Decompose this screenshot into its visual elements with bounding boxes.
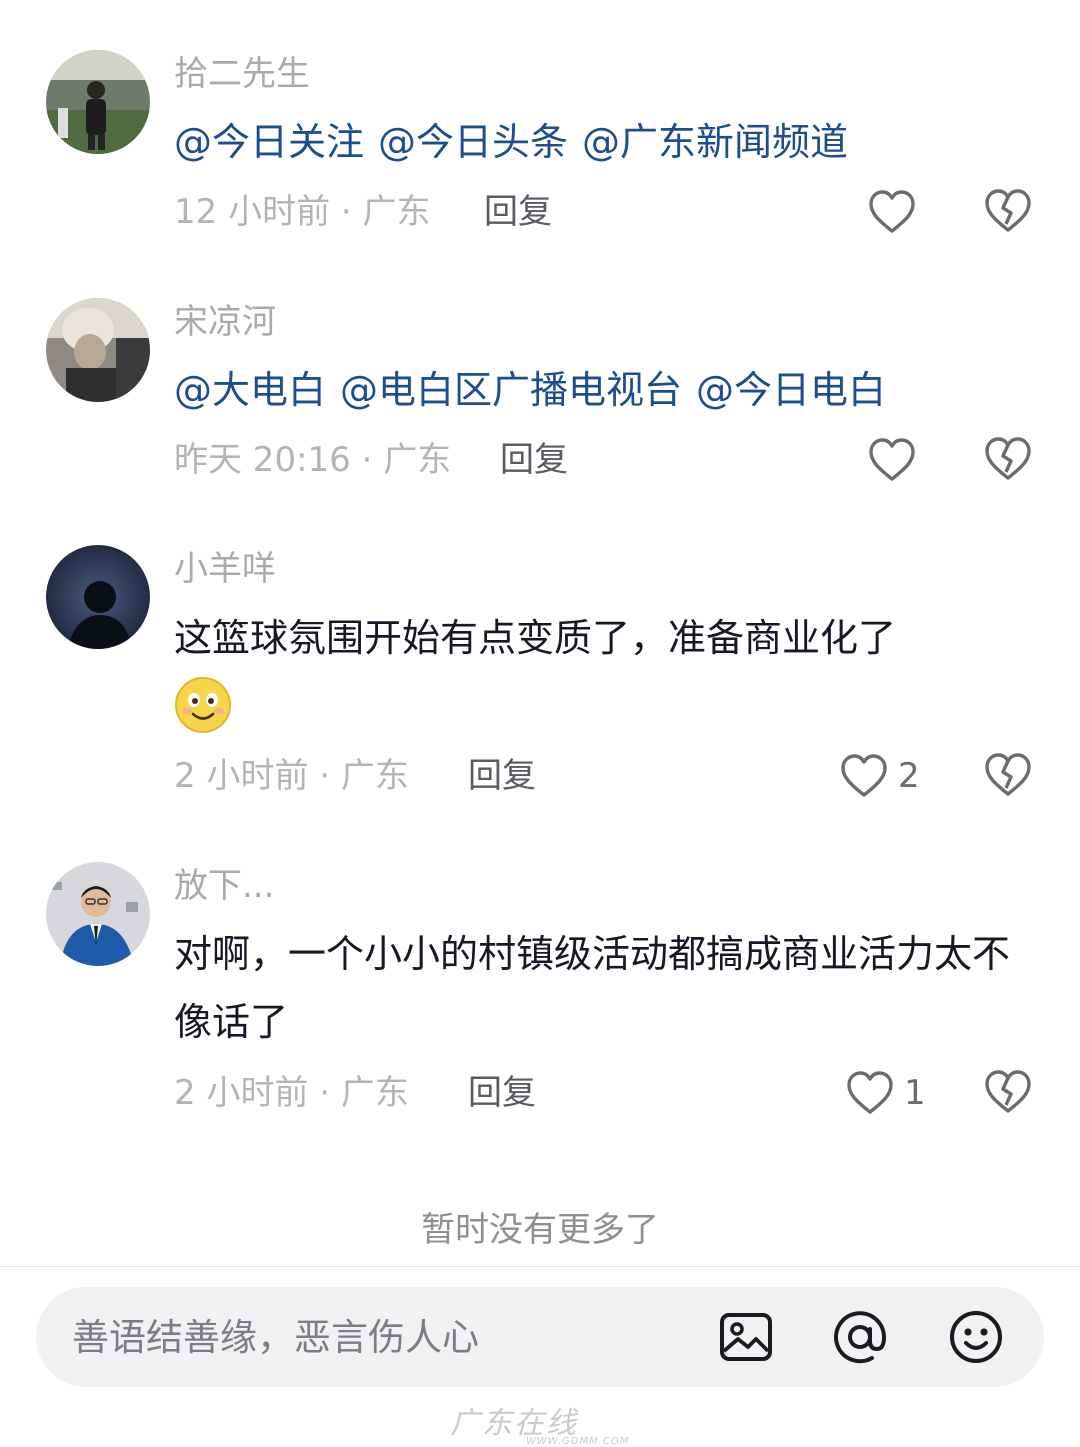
comment-text: @大电白 @电白区广播电视台 @今日电白 (174, 356, 1024, 424)
image-icon (720, 1313, 772, 1361)
dislike-button[interactable] (984, 188, 1032, 234)
time-location: 昨天 20:16 · 广东 (174, 440, 452, 480)
broken-heart-icon (985, 437, 1031, 480)
avatar-image (46, 545, 150, 649)
username[interactable]: 拾二先生 (174, 52, 310, 96)
smiley-emoji (175, 677, 231, 733)
avatar-image (46, 298, 150, 402)
at-icon (834, 1311, 887, 1364)
username[interactable]: 放下... (174, 864, 274, 908)
avatar[interactable] (46, 298, 150, 402)
mention-link[interactable]: @今日头条 (378, 120, 568, 164)
watermark: 广东在线 WWW.GDMM.COM (450, 1398, 650, 1447)
dislike-button[interactable] (984, 436, 1032, 482)
username[interactable]: 宋凉河 (174, 300, 276, 344)
avatar[interactable] (46, 545, 150, 649)
broken-heart-icon (985, 753, 1031, 796)
time-location: 12 小时前 · 广东 (174, 192, 431, 232)
heart-icon (841, 754, 887, 797)
heart-icon (847, 1071, 893, 1114)
mention-link[interactable]: @大电白 (174, 368, 326, 412)
mention-link[interactable]: @今日关注 (174, 120, 364, 164)
reply-button[interactable]: 回复 (484, 190, 552, 234)
mention-link[interactable]: @电白区广播电视台 (340, 368, 682, 412)
mention-link[interactable]: @今日电白 (696, 368, 886, 412)
comment-text-body: 这篮球氛围开始有点变质了，准备商业化了 (174, 616, 897, 660)
username[interactable]: 小羊咩 (174, 547, 276, 591)
watermark-url: WWW.GDMM.COM (526, 1436, 630, 1447)
no-more-notice: 暂时没有更多了 (421, 1210, 659, 1250)
time-location: 2 小时前 · 广东 (174, 756, 409, 796)
like-count: 2 (898, 756, 920, 796)
comment-input-placeholder: 善语结善缘，恶言伤人心 (72, 1316, 479, 1359)
comment-text: 这篮球氛围开始有点变质了，准备商业化了 (174, 604, 1024, 734)
like-count: 1 (904, 1073, 926, 1113)
comment-text: @今日关注 @今日头条 @广东新闻频道 (174, 108, 1024, 176)
broken-heart-icon (985, 1070, 1031, 1113)
like-button[interactable]: 2 (840, 752, 920, 800)
like-button[interactable] (868, 436, 926, 484)
emoji-button[interactable] (948, 1309, 1004, 1365)
reply-button[interactable]: 回复 (468, 1071, 536, 1115)
mention-link[interactable]: @广东新闻频道 (582, 120, 848, 164)
avatar[interactable] (46, 50, 150, 154)
reply-button[interactable]: 回复 (500, 438, 568, 482)
heart-icon (869, 190, 915, 233)
avatar-image (46, 862, 150, 966)
time-location: 2 小时前 · 广东 (174, 1073, 409, 1113)
mention-button[interactable] (832, 1309, 888, 1365)
avatar[interactable] (46, 862, 150, 966)
broken-heart-icon (985, 189, 1031, 232)
comment-input[interactable]: 善语结善缘，恶言伤人心 (36, 1287, 1044, 1387)
heart-icon (869, 438, 915, 481)
comment-text: 对啊，一个小小的村镇级活动都搞成商业活力太不像话了 (174, 920, 1024, 1056)
like-button[interactable] (868, 188, 926, 236)
emoji-icon (950, 1311, 1002, 1363)
avatar-image (46, 50, 150, 154)
like-button[interactable]: 1 (846, 1069, 926, 1117)
dislike-button[interactable] (984, 752, 1032, 798)
reply-button[interactable]: 回复 (468, 754, 536, 798)
image-button[interactable] (718, 1309, 774, 1365)
comment-text-body: 对啊，一个小小的村镇级活动都搞成商业活力太不像话了 (174, 932, 1011, 1044)
dislike-button[interactable] (984, 1069, 1032, 1115)
